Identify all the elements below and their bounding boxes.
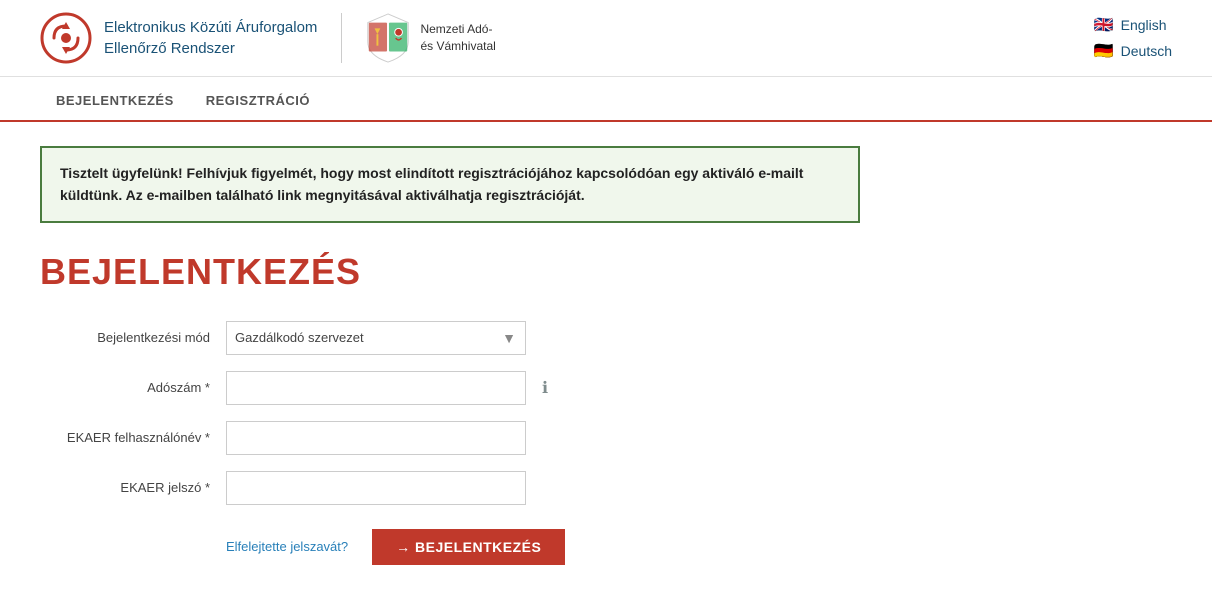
nav-logo: Nemzeti Adó- és Vámhivatal [366,13,495,63]
password-label: EKAER jelszó * [40,480,210,495]
username-label: EKAER felhasználónév * [40,430,210,445]
logo-icon [40,12,92,64]
language-deutsch-label: Deutsch [1121,43,1172,59]
username-input[interactable] [226,421,526,455]
header-divider [341,13,342,63]
header: Elektronikus Közúti Áruforgalom Ellenőrz… [0,0,1212,77]
login-mode-select-wrapper: Gazdálkodó szervezet Természetes személy… [226,321,526,355]
nav-logo-text: Nemzeti Adó- és Vámhivatal [420,21,495,55]
form-group-username: EKAER felhasználónév * [40,421,860,455]
main-content: Tisztelt ügyfelünk! Felhívjuk figyelmét,… [0,122,900,589]
flag-english-icon: 🇬🇧 [1093,14,1115,36]
alert-message: Tisztelt ügyfelünk! Felhívjuk figyelmét,… [60,165,803,203]
nav-item-login[interactable]: BEJELENTKEZÉS [40,81,190,120]
login-mode-label: Bejelentkezési mód [40,330,210,345]
navbar: BEJELENTKEZÉS REGISZTRÁCIÓ [0,81,1212,122]
form-group-password: EKAER jelszó * [40,471,860,505]
tax-number-input[interactable] [226,371,526,405]
alert-box: Tisztelt ügyfelünk! Felhívjuk figyelmét,… [40,146,860,223]
login-form: Bejelentkezési mód Gazdálkodó szervezet … [40,321,860,565]
logo-text: Elektronikus Közúti Áruforgalom Ellenőrz… [104,17,317,59]
coat-of-arms-icon [366,13,410,63]
login-mode-select[interactable]: Gazdálkodó szervezet Természetes személy… [226,321,526,355]
page-title: BEJELENTKEZÉS [40,251,860,293]
login-submit-button[interactable]: → BEJELENTKEZÉS [372,529,565,565]
nav-item-register[interactable]: REGISZTRÁCIÓ [190,81,326,120]
flag-deutsch-icon: 🇩🇪 [1093,40,1115,62]
language-english[interactable]: 🇬🇧 English [1093,14,1172,36]
form-group-tax-number: Adószám * ℹ [40,371,860,405]
forgot-password-link[interactable]: Elfelejtette jelszavát? [226,539,348,554]
password-input[interactable] [226,471,526,505]
language-deutsch[interactable]: 🇩🇪 Deutsch [1093,40,1172,62]
form-footer: Elfelejtette jelszavát? → BEJELENTKEZÉS [40,529,860,565]
form-group-login-mode: Bejelentkezési mód Gazdálkodó szervezet … [40,321,860,355]
tax-number-info-icon[interactable]: ℹ [542,378,548,398]
logo-area: Elektronikus Közúti Áruforgalom Ellenőrz… [40,12,317,64]
language-english-label: English [1121,17,1167,33]
language-selector: 🇬🇧 English 🇩🇪 Deutsch [1093,14,1172,62]
tax-number-label: Adószám * [40,380,210,395]
